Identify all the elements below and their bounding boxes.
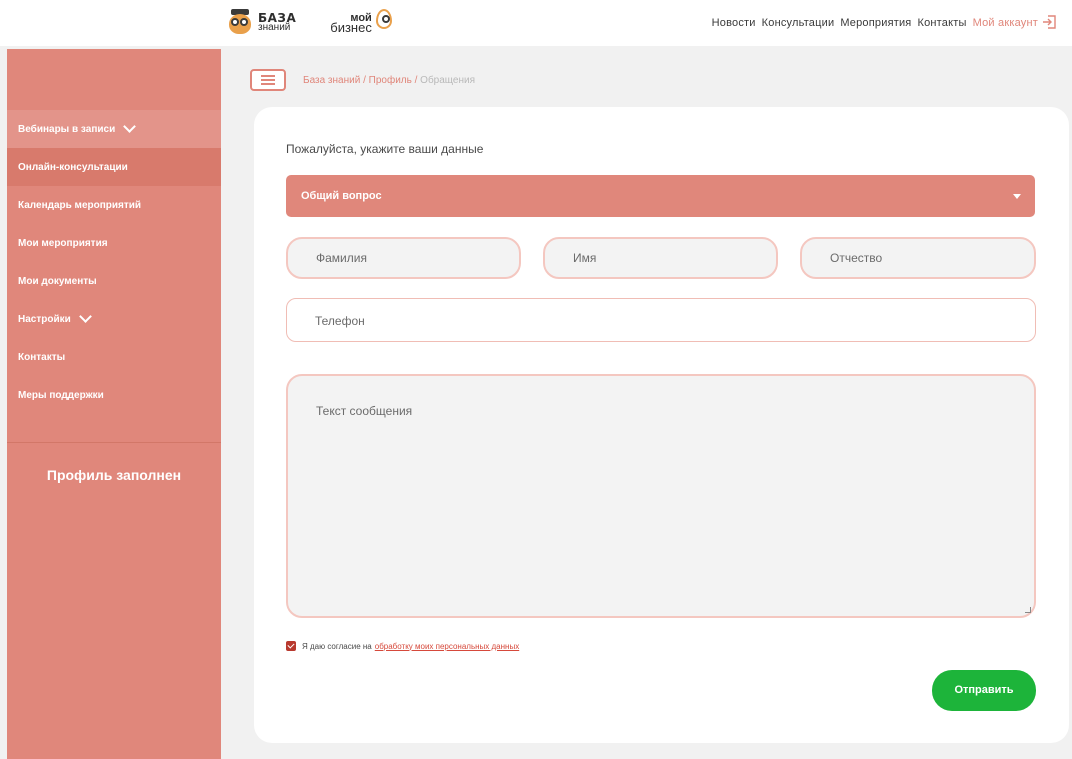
message-textarea[interactable]: Текст сообщения [286,374,1036,618]
personal-data-link[interactable]: обработку моих персональных данных [375,642,519,651]
chevron-down-icon [78,309,92,323]
request-form-card: Пожалуйста, укажите ваши данные Общий во… [254,107,1069,743]
breadcrumb-profile[interactable]: Профиль [369,75,412,86]
submit-button[interactable]: Отправить [932,670,1036,711]
last-name-placeholder: Фамилия [316,251,367,265]
sidebar-item-settings[interactable]: Настройки [7,300,221,338]
breadcrumb-knowledge-base[interactable]: База знаний [303,75,360,86]
form-prompt: Пожалуйста, укажите ваши данные [286,142,484,156]
consent-text: Я даю согласие на [302,641,372,651]
nav-news-link[interactable]: Новости [712,17,756,29]
sidebar: Вебинары в записи Онлайн-консультации Ка… [7,49,221,759]
topic-select-value: Общий вопрос [301,190,382,202]
moy-biznes-logo: мой бизнес [330,9,392,35]
nav-consultations-link[interactable]: Консультации [762,17,835,29]
breadcrumb-separator: / [414,75,418,86]
sidebar-item-my-documents[interactable]: Мои документы [7,262,221,300]
top-nav: Новости Консультации Мероприятия Контакт… [712,17,1038,29]
breadcrumb-requests: Обращения [420,75,476,86]
logo-group[interactable]: БАЗА знаний мой бизнес [228,6,392,40]
logo1-line2: знаний [258,22,291,33]
menu-toggle-button[interactable] [250,69,286,91]
sidebar-item-label: Настройки [18,313,71,325]
sidebar-item-my-events[interactable]: Мои мероприятия [7,224,221,262]
breadcrumb: База знаний / Профиль / Обращения [303,75,475,86]
sidebar-item-support-measures[interactable]: Меры поддержки [7,376,221,414]
sidebar-item-contacts[interactable]: Контакты [7,338,221,376]
sidebar-item-label: Вебинары в записи [18,123,116,135]
middle-name-field[interactable]: Отчество [800,237,1036,279]
sidebar-item-label: Мои документы [18,275,97,287]
middle-name-placeholder: Отчество [830,251,883,265]
phone-placeholder: Телефон [315,314,365,328]
logo2-line2: бизнес [330,20,372,35]
top-header: БАЗА знаний мой бизнес Новости Консульта… [0,0,1072,46]
nav-my-account-link[interactable]: Мой аккаунт [973,17,1038,29]
topic-select[interactable]: Общий вопрос [286,175,1035,217]
sidebar-header [7,49,221,110]
baza-znaniy-logo: БАЗА знаний [258,12,296,33]
sidebar-item-label: Календарь мероприятий [18,199,142,211]
sidebar-item-label: Контакты [18,351,66,363]
sidebar-item-label: Онлайн-консультации [18,161,128,173]
sidebar-item-label: Меры поддержки [18,389,104,401]
phone-field[interactable]: Телефон [286,298,1036,342]
sidebar-item-online-consultations[interactable]: Онлайн-консультации [7,148,221,186]
chevron-down-icon [123,119,137,133]
owl-logo-icon [228,9,252,37]
pin-logo-icon [375,9,392,29]
first-name-field[interactable]: Имя [543,237,778,279]
logout-icon[interactable] [1042,14,1058,30]
message-placeholder: Текст сообщения [316,404,413,418]
sidebar-item-events-calendar[interactable]: Календарь мероприятий [7,186,221,224]
profile-status: Профиль заполнен [46,467,182,483]
consent-row: Я даю согласие на обработку моих персона… [286,641,519,651]
caret-down-icon [1013,194,1021,199]
nav-events-link[interactable]: Мероприятия [840,17,911,29]
sidebar-item-webinars[interactable]: Вебинары в записи [7,110,221,148]
sidebar-item-label: Мои мероприятия [18,237,108,249]
hamburger-icon [261,75,275,77]
first-name-placeholder: Имя [573,251,597,265]
consent-checkbox[interactable] [286,641,296,651]
last-name-field[interactable]: Фамилия [286,237,521,279]
sidebar-divider [7,442,221,443]
resize-grip-icon[interactable] [1025,607,1031,613]
breadcrumb-separator: / [363,75,366,86]
nav-contacts-link[interactable]: Контакты [917,17,966,29]
